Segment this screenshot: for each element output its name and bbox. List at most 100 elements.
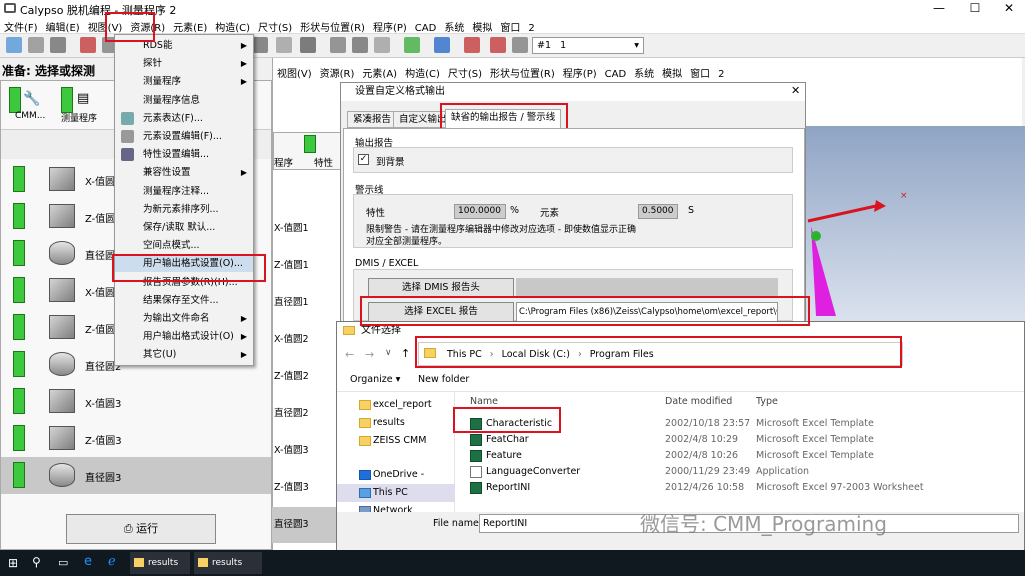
custom-output-dialog: 设置自定义格式输出 ✕ 紧凑报告 自定义输出 缺省的输出报告 / 警示线 输出报… — [340, 82, 806, 324]
submenu-arrow-icon: ▶ — [240, 314, 247, 323]
secondary-list-item[interactable]: Z-值圆1 — [274, 257, 309, 271]
recent-chevron-icon[interactable]: ∨ — [385, 348, 392, 358]
nav-item[interactable]: OneDrive - Schlur — [337, 466, 455, 498]
secondary-list-item[interactable]: Z-值圆3 — [274, 479, 309, 493]
toolbar-tool-icon[interactable] — [50, 37, 66, 53]
toolbar-tool-icon[interactable] — [434, 37, 450, 53]
secondary-list-item[interactable]: Z-值圆2 — [274, 368, 309, 382]
feature-list-item[interactable]: X-值圆3 — [1, 383, 271, 420]
nav-item[interactable]: excel_report — [337, 396, 455, 414]
secondary-menu-item[interactable]: 元素(A) — [358, 69, 401, 80]
resource-menu-item[interactable]: 测量程序注释... — [115, 183, 253, 200]
cad-view[interactable]: × — [806, 126, 1025, 322]
secondary-list-item[interactable]: X-值圆1 — [274, 220, 309, 234]
maximize-button[interactable]: ☐ — [960, 0, 990, 17]
select-dmis-button[interactable]: 选择 DMIS 报告头 — [368, 278, 514, 298]
resource-menu-item[interactable]: 探针 ▶ — [115, 55, 253, 72]
file-row[interactable]: ReportINI 2012/4/26 10:58 Microsoft Excel … — [456, 480, 1024, 496]
toolbar-tool-icon[interactable] — [330, 37, 346, 53]
secondary-menu-item[interactable]: 尺寸(S) — [444, 69, 486, 80]
up-icon[interactable]: ↑ — [401, 347, 410, 360]
close-button[interactable]: ✕ — [994, 0, 1024, 17]
resource-menu-item[interactable]: 元素表达(F)... — [115, 110, 253, 127]
wrench-icon: 🔧 — [23, 91, 41, 107]
new-folder-button[interactable]: New folder — [418, 374, 469, 385]
resource-menu-item[interactable]: 元素设置编辑(F)... — [115, 128, 253, 145]
secondary-menu-item[interactable]: 构造(C) — [401, 69, 444, 80]
forward-icon[interactable]: → — [365, 348, 374, 361]
measurement-combo[interactable]: #1 1 ▾ — [532, 37, 644, 54]
toolbar-tool-icon[interactable] — [490, 37, 506, 53]
background-checkbox[interactable]: ✓ — [358, 154, 369, 165]
toolbar-tool-icon[interactable] — [464, 37, 480, 53]
tab-compact-report[interactable]: 紧凑报告 — [347, 111, 398, 128]
secondary-menu-item[interactable]: 模拟 — [658, 69, 686, 80]
feature-list-item[interactable]: Z-值圆3 — [1, 420, 271, 457]
resource-menu-item[interactable]: 保存/读取 默认... — [115, 219, 253, 236]
secondary-menu-item[interactable]: 系统 — [630, 69, 658, 80]
toolbar-tool-icon[interactable] — [300, 37, 316, 53]
organize-button[interactable]: Organize ▾ — [350, 374, 400, 385]
resource-menu-item[interactable]: 空间点模式... — [115, 237, 253, 254]
secondary-menu-item[interactable]: 2 — [714, 69, 728, 80]
dialog-close-icon[interactable]: ✕ — [791, 84, 800, 97]
file-name: Feature — [486, 450, 522, 461]
resource-menu-item[interactable]: 用户输出格式设计(O) ▶ — [115, 328, 253, 345]
resource-menu-item[interactable]: 为输出文件命名 ▶ — [115, 310, 253, 327]
run-button[interactable]: ⎙ 运行 — [66, 514, 216, 544]
minimize-button[interactable]: — — [924, 0, 954, 17]
secondary-menu-item[interactable]: 窗口 — [686, 69, 714, 80]
nav-item[interactable]: results — [337, 414, 455, 432]
toolbar-tool-icon[interactable] — [6, 37, 22, 53]
resource-menu-item[interactable]: 为新元素排序列... — [115, 201, 253, 218]
secondary-menu-item[interactable]: CAD — [601, 69, 631, 80]
resource-menu-item[interactable]: 测量程序 ▶ — [115, 73, 253, 90]
program-icon: ▤ — [77, 91, 90, 106]
warning-group: 特性 100.0000 % 元素 0.5000 S 限制警告 - 请在测量程序编… — [353, 194, 793, 248]
secondary-list-item[interactable]: 直径圆1 — [274, 294, 309, 308]
element-value-field[interactable]: 0.5000 — [638, 204, 678, 219]
task-view-icon[interactable]: ▭ — [58, 556, 68, 569]
feature-list-item[interactable]: 直径圆3 — [1, 457, 271, 494]
tab-program[interactable]: 程序 — [274, 155, 293, 169]
tab-characteristic[interactable]: 特性 — [314, 155, 333, 169]
file-row[interactable]: Feature 2002/4/8 10:26 Microsoft Excel Tem… — [456, 448, 1024, 464]
secondary-list-item[interactable]: X-值圆2 — [274, 331, 309, 345]
taskbar-item-results-2[interactable]: results — [194, 552, 262, 574]
toolbar-tool-icon[interactable] — [374, 37, 390, 53]
toolbar-tool-icon[interactable] — [28, 37, 44, 53]
nav-item[interactable]: ZEISS CMM — [337, 432, 455, 450]
property-value-field[interactable]: 100.0000 — [454, 204, 506, 219]
secondary-list-item[interactable]: 直径圆3 — [274, 516, 309, 530]
toolbar-tool-icon[interactable] — [80, 37, 96, 53]
resource-menu-item[interactable]: 其它(U) ▶ — [115, 346, 253, 363]
file-row[interactable]: LanguageConverter 2000/11/29 23:49 Applica… — [456, 464, 1024, 480]
search-icon[interactable]: ⚲ — [32, 555, 41, 569]
file-row[interactable]: FeatChar 2002/4/8 10:29 Microsoft Excel Te… — [456, 432, 1024, 448]
toolbar-tool-icon[interactable] — [352, 37, 368, 53]
secondary-list-item[interactable]: X-值圆3 — [274, 442, 309, 456]
secondary-menu-item[interactable]: 形状与位置(R) — [486, 69, 559, 80]
col-date[interactable]: Date modified — [665, 392, 732, 412]
nav-item[interactable]: This PC — [337, 484, 455, 502]
back-icon[interactable]: ← — [345, 348, 354, 361]
windows-start-icon[interactable]: ⊞ — [8, 556, 18, 570]
toolbar-tool-icon[interactable] — [252, 37, 268, 53]
toolbar-tool-icon[interactable] — [404, 37, 420, 53]
edge-icon[interactable]: e — [84, 554, 92, 569]
resource-menu-item[interactable]: 测量程序信息 — [115, 92, 253, 109]
resource-menu-item[interactable]: 特性设置编辑... — [115, 146, 253, 163]
run-label: 运行 — [136, 522, 159, 535]
taskbar-item-results-1[interactable]: results — [130, 552, 190, 574]
secondary-menu-item[interactable]: 程序(P) — [559, 69, 601, 80]
secondary-list-item[interactable]: 直径圆2 — [274, 405, 309, 419]
toolbar-tool-icon[interactable] — [512, 37, 528, 53]
resource-menu-item[interactable]: 结果保存至文件... — [115, 292, 253, 309]
col-type[interactable]: Type — [756, 392, 778, 412]
background-checkbox-label: 到背景 — [376, 157, 405, 168]
secondary-menu-item[interactable]: 视图(V) — [273, 69, 316, 80]
ie-icon[interactable]: ℯ — [108, 554, 116, 569]
resource-menu-item[interactable]: 兼容性设置 ▶ — [115, 164, 253, 181]
toolbar-tool-icon[interactable] — [276, 37, 292, 53]
secondary-menu-item[interactable]: 资源(R) — [316, 69, 359, 80]
